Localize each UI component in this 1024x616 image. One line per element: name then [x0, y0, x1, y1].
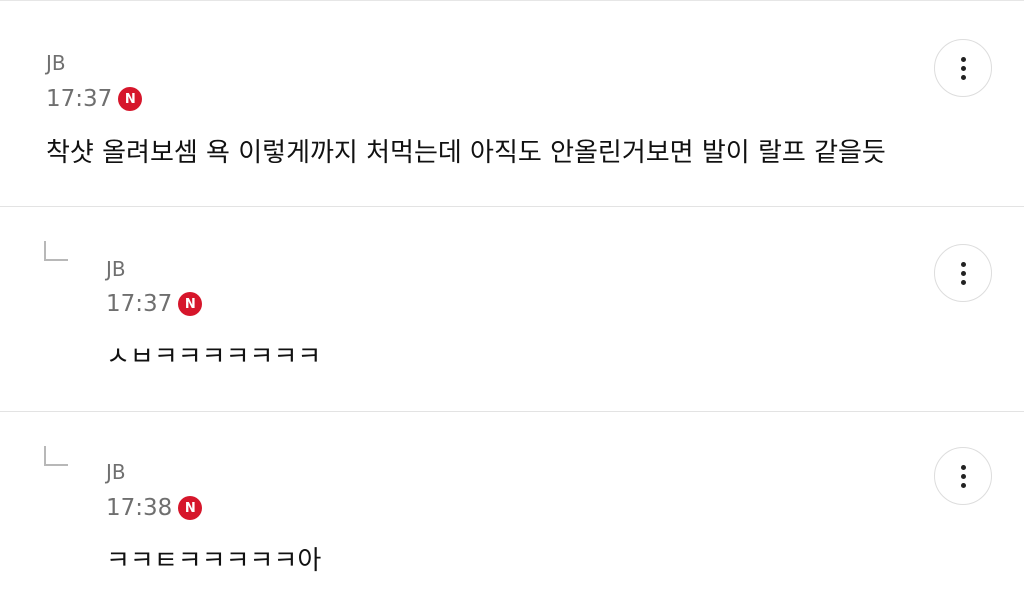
comment-time: 17:38 [106, 495, 173, 521]
more-options-button[interactable] [934, 447, 992, 505]
more-vertical-icon [960, 464, 966, 470]
comment-text: ㅋㅋㅌㅋㅋㅋㅋㅋ아 [106, 546, 322, 576]
more-options-button[interactable] [934, 244, 992, 302]
comment-text: ㅅㅂㅋㅋㅋㅋㅋㅋㅋ [106, 342, 322, 372]
new-badge-label: N [184, 296, 196, 312]
reply-item: JB 17:37 N ㅅㅂㅋㅋㅋㅋㅋㅋㅋ [0, 207, 1024, 412]
comment-item: JB 17:37 N 착샷 올려보셈 욕 이렇게까지 처먹는데 아직도 안올린거… [0, 1, 1024, 207]
reply-item: JB 17:38 N ㅋㅋㅌㅋㅋㅋㅋㅋ아 [0, 412, 1024, 616]
reply-arrow-icon [44, 446, 68, 466]
new-badge-icon: N [178, 292, 203, 316]
comment-author[interactable]: JB [106, 460, 126, 484]
new-badge-label: N [124, 91, 136, 107]
new-badge-icon: N [118, 87, 143, 111]
comment-meta: 17:38 N [106, 494, 203, 522]
comment-time: 17:37 [106, 291, 173, 317]
new-badge-label: N [184, 500, 196, 516]
new-badge-icon: N [178, 496, 203, 520]
comment-list: JB 17:37 N 착샷 올려보셈 욕 이렇게까지 처먹는데 아직도 안올린거… [0, 0, 1024, 616]
comment-author[interactable]: JB [46, 51, 66, 75]
comment-meta: 17:37 N [46, 85, 143, 113]
more-options-button[interactable] [934, 39, 992, 97]
comment-meta: 17:37 N [106, 290, 203, 318]
comment-time: 17:37 [46, 86, 113, 112]
comment-author[interactable]: JB [106, 257, 126, 281]
comment-text: 착샷 올려보셈 욕 이렇게까지 처먹는데 아직도 안올린거보면 발이 랄프 같을… [46, 138, 886, 168]
more-vertical-icon [960, 56, 966, 62]
more-vertical-icon [960, 261, 966, 267]
reply-arrow-icon [44, 241, 68, 261]
